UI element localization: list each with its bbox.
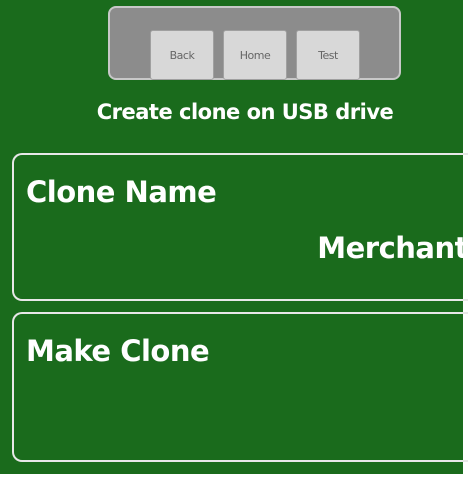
back-button[interactable]: Back (150, 30, 214, 80)
screen: Back Home Test Create clone on USB drive… (0, 0, 468, 499)
make-clone-button[interactable]: Make Clone (12, 312, 468, 462)
nav-bar: Back Home Test (108, 6, 401, 80)
test-button[interactable]: Test (296, 30, 360, 80)
home-button[interactable]: Home (223, 30, 287, 80)
page-subtitle: Create clone on USB drive (96, 100, 394, 124)
clone-name-value: Merchant (317, 231, 468, 265)
clone-name-label: Clone Name (26, 175, 217, 209)
clone-name-panel[interactable]: Clone Name Merchant (12, 153, 468, 301)
make-clone-label: Make Clone (26, 334, 210, 368)
